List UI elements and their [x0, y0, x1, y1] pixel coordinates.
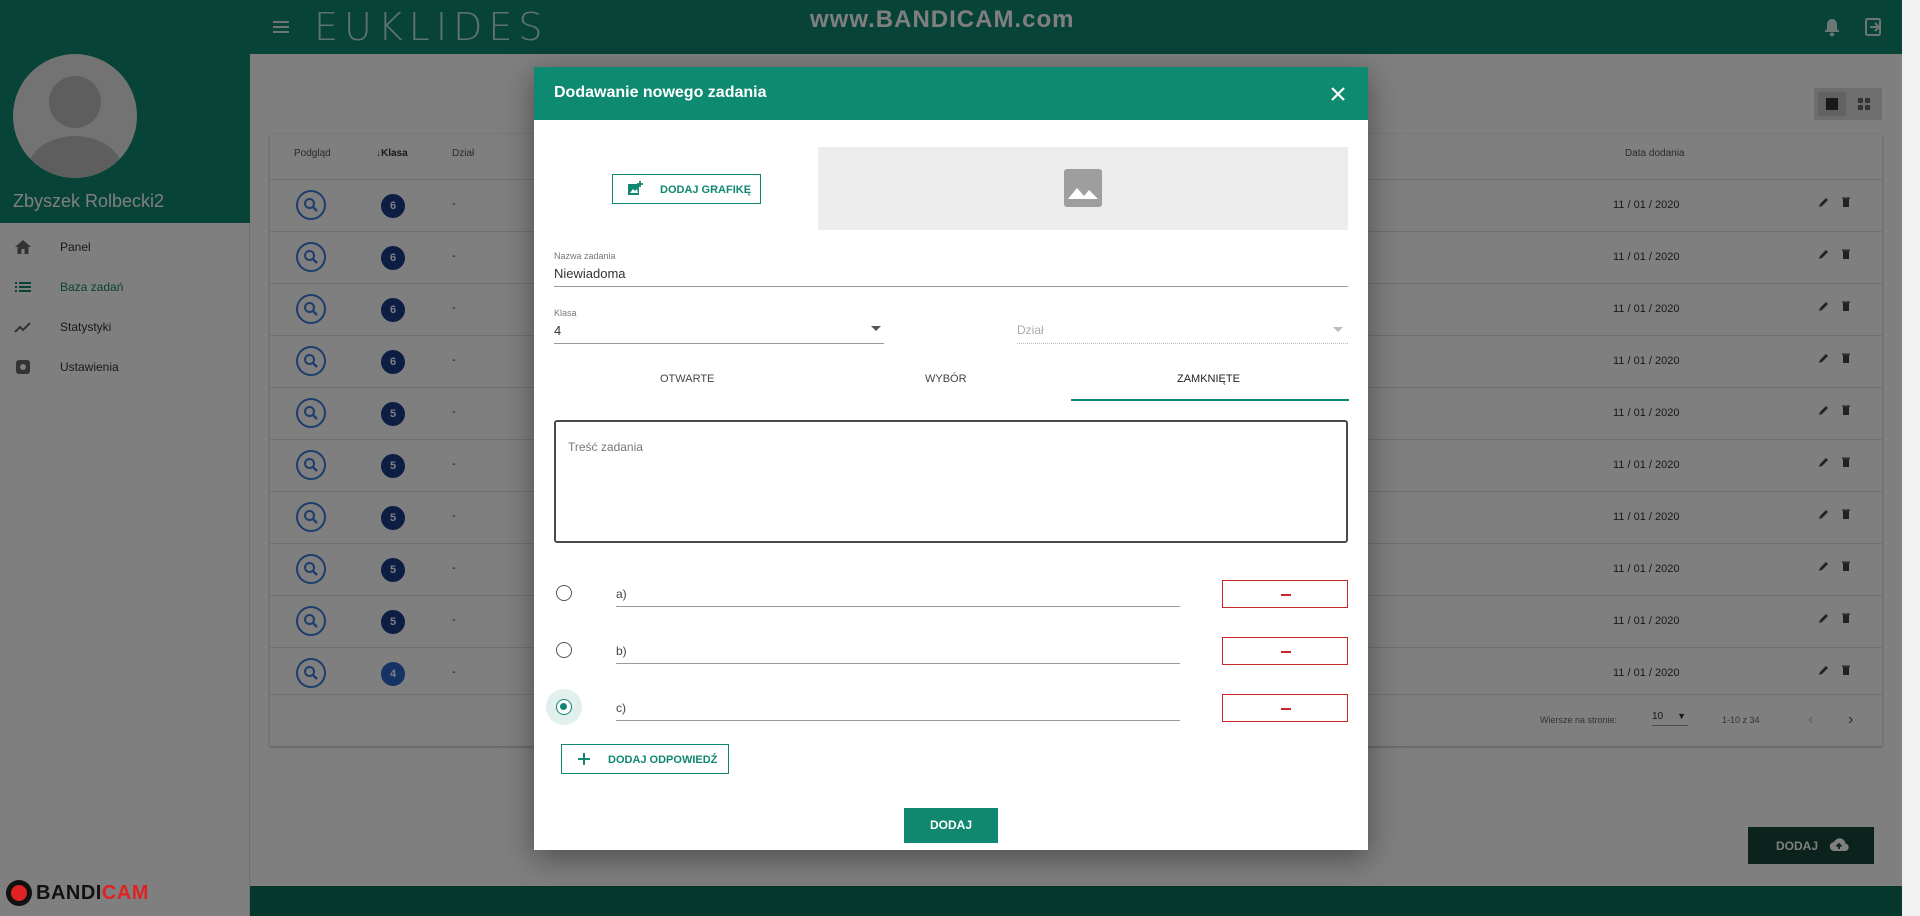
add-answer-label: DODAJ ODPOWIEDŹ	[608, 754, 718, 766]
tab-closed[interactable]: ZAMKNIĘTE	[1177, 373, 1240, 385]
section-underline	[1017, 343, 1348, 344]
submit-button[interactable]: DODAJ	[904, 808, 998, 843]
answer-row-c: c)	[554, 691, 1348, 723]
close-icon[interactable]	[1330, 86, 1346, 102]
remove-answer-button[interactable]	[1222, 637, 1348, 665]
answer-letter: a)	[616, 587, 627, 601]
add-answer-button[interactable]: DODAJ ODPOWIEDŹ	[561, 744, 729, 774]
chevron-down-icon[interactable]	[1332, 326, 1344, 334]
add-image-button[interactable]: DODAJ GRAFIKĘ	[612, 174, 761, 204]
plus-icon	[576, 751, 592, 767]
tab-choice[interactable]: WYBÓR	[925, 373, 967, 385]
answer-input[interactable]	[616, 606, 1180, 607]
section-select[interactable]: Dział	[1017, 323, 1044, 337]
add-image-label: DODAJ GRAFIKĘ	[660, 184, 752, 196]
answer-letter: c)	[616, 701, 626, 715]
answer-input[interactable]	[616, 663, 1180, 664]
task-content-placeholder: Treść zadania	[568, 440, 643, 454]
dialog-header: Dodawanie nowego zadania	[534, 67, 1368, 120]
tab-open[interactable]: OTWARTE	[660, 373, 714, 385]
image-placeholder	[818, 147, 1348, 230]
recorder-brand-part: BANDI	[36, 882, 102, 904]
answer-radio[interactable]	[556, 642, 572, 658]
recorder-brand-suffix: CAM	[101, 882, 149, 904]
answer-radio[interactable]	[556, 699, 572, 715]
remove-answer-button[interactable]	[1222, 580, 1348, 608]
answer-row-a: a)	[554, 577, 1348, 609]
page-scrollbar[interactable]	[1902, 0, 1920, 916]
task-name-label: Nazwa zadania	[554, 251, 616, 261]
image-icon	[1064, 169, 1102, 207]
answer-input[interactable]	[616, 720, 1180, 721]
task-name-underline	[554, 286, 1348, 287]
answer-radio[interactable]	[556, 585, 572, 601]
answer-row-b: b)	[554, 634, 1348, 666]
grade-label: Klasa	[554, 308, 577, 318]
answer-letter: b)	[616, 644, 627, 658]
active-tab-indicator	[1071, 399, 1349, 401]
remove-answer-button[interactable]	[1222, 694, 1348, 722]
grade-underline	[554, 343, 884, 344]
recorder-logo: BANDICAM	[6, 880, 172, 906]
grade-select[interactable]: 4	[554, 323, 561, 338]
record-icon	[6, 880, 32, 906]
recorder-brand: BANDICAM	[36, 882, 149, 905]
add-photo-icon	[627, 181, 643, 197]
task-content-textarea[interactable]: Treść zadania	[554, 420, 1348, 543]
dialog-title: Dodawanie nowego zadania	[554, 84, 767, 101]
add-task-dialog: Dodawanie nowego zadania DODAJ GRAFIKĘ N…	[534, 67, 1368, 850]
chevron-down-icon[interactable]	[870, 325, 882, 333]
task-name-input[interactable]: Niewiadoma	[554, 266, 626, 281]
